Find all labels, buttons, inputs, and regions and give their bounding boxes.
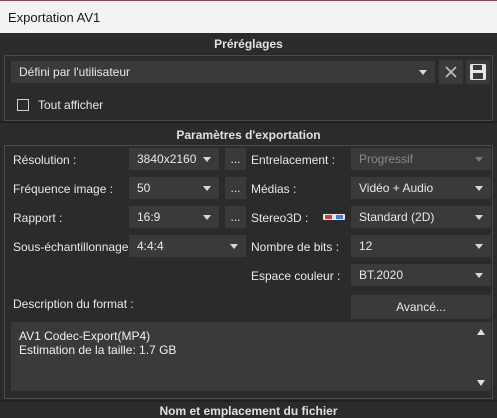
stereo-select[interactable]: Standard (2D) — [351, 206, 491, 228]
interlace-value: Progressif — [359, 152, 414, 166]
ratio-label: Rapport : — [13, 211, 63, 225]
subsampling-value: 4:4:4 — [137, 239, 164, 253]
format-description-box[interactable]: AV1 Codec-Export(MP4) Estimation de la t… — [11, 322, 491, 391]
scroll-down-icon — [477, 380, 485, 386]
3d-glasses-icon — [323, 214, 345, 220]
colorspace-select[interactable]: BT.2020 — [351, 264, 491, 286]
resolution-value: 3840x2160 — [137, 152, 197, 166]
save-icon — [470, 64, 486, 80]
bits-label: Nombre de bits : — [251, 240, 340, 254]
resolution-label: Résolution : — [13, 153, 77, 167]
scroll-up-icon — [477, 329, 485, 335]
presets-heading: Préréglages — [214, 37, 283, 51]
section-divider — [0, 121, 497, 123]
interlace-select: Progressif — [351, 148, 491, 170]
close-icon — [445, 66, 457, 78]
ratio-value: 16:9 — [137, 210, 161, 224]
chevron-down-icon — [419, 70, 427, 75]
resolution-select[interactable]: 3840x2160 — [129, 148, 219, 170]
section-divider — [0, 400, 497, 402]
preset-select-value: Défini par l'utilisateur — [19, 65, 131, 79]
advanced-button[interactable]: Avancé... — [351, 295, 491, 319]
ratio-more-button[interactable]: ... — [225, 206, 246, 228]
resolution-more-button[interactable]: ... — [225, 148, 246, 170]
framerate-label: Fréquence image : — [13, 182, 114, 196]
stereo-label: Stereo3D : — [251, 211, 309, 225]
colorspace-label: Espace couleur : — [251, 269, 341, 283]
clear-preset-button[interactable] — [439, 60, 463, 84]
chevron-down-icon — [475, 273, 483, 278]
show-all-checkbox[interactable] — [17, 99, 29, 111]
stereo-value: Standard (2D) — [359, 210, 435, 224]
file-location-heading: Nom et emplacement du fichier — [159, 404, 338, 418]
vertical-scrollbar[interactable] — [476, 327, 486, 388]
chevron-down-icon — [475, 186, 483, 191]
bits-value: 12 — [359, 239, 373, 253]
media-value: Vidéo + Audio — [359, 181, 434, 195]
format-desc-line: Estimation de la taille: 1.7 GB — [19, 343, 177, 357]
ratio-select[interactable]: 16:9 — [129, 206, 219, 228]
interlace-label: Entrelacement : — [251, 153, 336, 167]
show-all-label: Tout afficher — [38, 98, 104, 112]
format-desc-line: AV1 Codec-Export(MP4) — [19, 329, 151, 343]
media-select[interactable]: Vidéo + Audio — [351, 177, 491, 199]
chevron-down-icon — [203, 157, 211, 162]
bits-select[interactable]: 12 — [351, 235, 491, 257]
framerate-more-button[interactable]: ... — [225, 177, 246, 199]
chevron-down-icon — [475, 157, 483, 162]
subsampling-label: Sous-échantillonnage : — [13, 240, 136, 254]
framerate-value: 50 — [137, 181, 151, 195]
preset-select[interactable]: Défini par l'utilisateur — [11, 61, 435, 83]
save-preset-button[interactable] — [466, 60, 490, 84]
chevron-down-icon — [230, 244, 238, 249]
window-title: Exportation AV1 — [8, 10, 101, 25]
framerate-select[interactable]: 50 — [129, 177, 219, 199]
media-label: Médias : — [251, 182, 297, 196]
subsampling-select[interactable]: 4:4:4 — [129, 235, 246, 257]
title-bar: Exportation AV1 — [0, 0, 497, 33]
colorspace-value: BT.2020 — [359, 268, 404, 282]
chevron-down-icon — [475, 244, 483, 249]
chevron-down-icon — [203, 186, 211, 191]
chevron-down-icon — [203, 215, 211, 220]
format-desc-label: Description du format : — [13, 297, 134, 311]
chevron-down-icon — [475, 215, 483, 220]
export-heading: Paramètres d'exportation — [176, 128, 321, 142]
